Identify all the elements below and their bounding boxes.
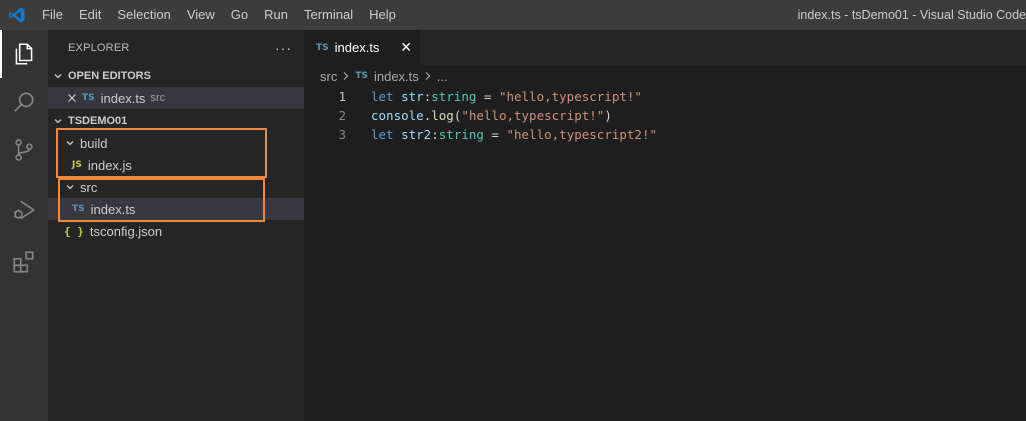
breadcrumb-folder[interactable]: src (320, 69, 337, 84)
more-actions-button[interactable]: ··· (275, 40, 292, 56)
line-number: 1 (338, 89, 346, 104)
run-debug-icon[interactable] (0, 186, 48, 234)
menu-help[interactable]: Help (361, 0, 404, 30)
chevron-down-icon (48, 71, 68, 81)
chevron-down-icon (48, 116, 68, 126)
chevron-right-icon (424, 69, 432, 84)
tab-bar: TS index.ts ✕ (304, 30, 1026, 65)
tab-index-ts[interactable]: TS index.ts ✕ (304, 30, 420, 65)
open-editor-filename: index.ts (100, 90, 146, 106)
open-editors-section[interactable]: OPEN EDITORS (48, 65, 304, 87)
tab-label: index.ts (334, 40, 380, 55)
tree-file-tsconfig[interactable]: { } tsconfig.json (48, 220, 304, 242)
file-name: index.ts (90, 201, 136, 217)
code-text: let str2:string = "hello,typescript2!" (371, 127, 657, 142)
folder-name: src (80, 179, 98, 195)
title-bar: File Edit Selection View Go Run Terminal… (0, 0, 1026, 30)
file-name: tsconfig.json (89, 223, 163, 239)
workspace-section[interactable]: TSDEMO01 (48, 110, 304, 132)
source-control-icon[interactable] (0, 126, 48, 174)
code-line: 3 let str2:string = "hello,typescript2!" (304, 125, 1026, 144)
activity-bar (0, 30, 48, 421)
javascript-file-icon: JS (72, 160, 82, 170)
json-file-icon: { } (64, 224, 84, 238)
code-text: console.log("hello,typescript!") (371, 108, 612, 123)
menu-run[interactable]: Run (256, 0, 296, 30)
breadcrumb: src TS index.ts ... (304, 65, 1026, 87)
explorer-title: EXPLORER (68, 41, 130, 54)
breadcrumb-file[interactable]: index.ts (374, 69, 419, 84)
tree-file-index-js[interactable]: JS index.js (48, 154, 304, 176)
editor-area: TS index.ts ✕ src TS index.ts ... 1 let … (304, 30, 1026, 421)
menu-selection[interactable]: Selection (109, 0, 178, 30)
menu-view[interactable]: View (179, 0, 223, 30)
tree-folder-src[interactable]: src (48, 176, 304, 198)
explorer-icon[interactable] (0, 30, 48, 78)
tree-folder-build[interactable]: build (48, 132, 304, 154)
extensions-icon[interactable] (0, 238, 48, 286)
menu-edit[interactable]: Edit (71, 0, 109, 30)
line-number: 2 (338, 108, 346, 123)
vscode-logo-icon (0, 0, 34, 30)
open-editors-title: OPEN EDITORS (68, 70, 151, 82)
close-icon[interactable] (62, 93, 82, 103)
code-line: 1 let str:string = "hello,typescript!" (304, 87, 1026, 106)
window-title: index.ts - tsDemo01 - Visual Studio Code (797, 8, 1026, 22)
close-icon[interactable]: ✕ (400, 30, 412, 65)
workspace-title: TSDEMO01 (68, 115, 128, 127)
typescript-file-icon: TS (355, 71, 368, 81)
chevron-down-icon (60, 182, 80, 192)
breadcrumb-more[interactable]: ... (437, 69, 448, 84)
search-icon[interactable] (0, 78, 48, 126)
chevron-right-icon (342, 69, 350, 84)
line-number: 3 (338, 127, 346, 142)
menu-go[interactable]: Go (223, 0, 256, 30)
open-editor-dir: src (150, 92, 166, 104)
menu-file[interactable]: File (34, 0, 71, 30)
tree-file-index-ts[interactable]: TS index.ts (48, 198, 304, 220)
code-text: let str:string = "hello,typescript!" (371, 89, 642, 104)
folder-name: build (80, 135, 108, 151)
code-line: 2 console.log("hello,typescript!") (304, 106, 1026, 125)
menu-terminal[interactable]: Terminal (296, 0, 361, 30)
chevron-down-icon (60, 138, 80, 148)
typescript-file-icon: TS (82, 93, 95, 103)
explorer-sidebar: EXPLORER ··· OPEN EDITORS TS index.ts sr… (48, 30, 304, 421)
typescript-file-icon: TS (316, 42, 329, 53)
menu-bar: File Edit Selection View Go Run Terminal… (34, 0, 404, 30)
code-editor[interactable]: 1 let str:string = "hello,typescript!" 2… (304, 87, 1026, 144)
typescript-file-icon: TS (72, 204, 85, 214)
file-name: index.js (87, 157, 132, 173)
explorer-header: EXPLORER ··· (48, 30, 304, 65)
open-editor-item[interactable]: TS index.ts src (48, 87, 304, 109)
